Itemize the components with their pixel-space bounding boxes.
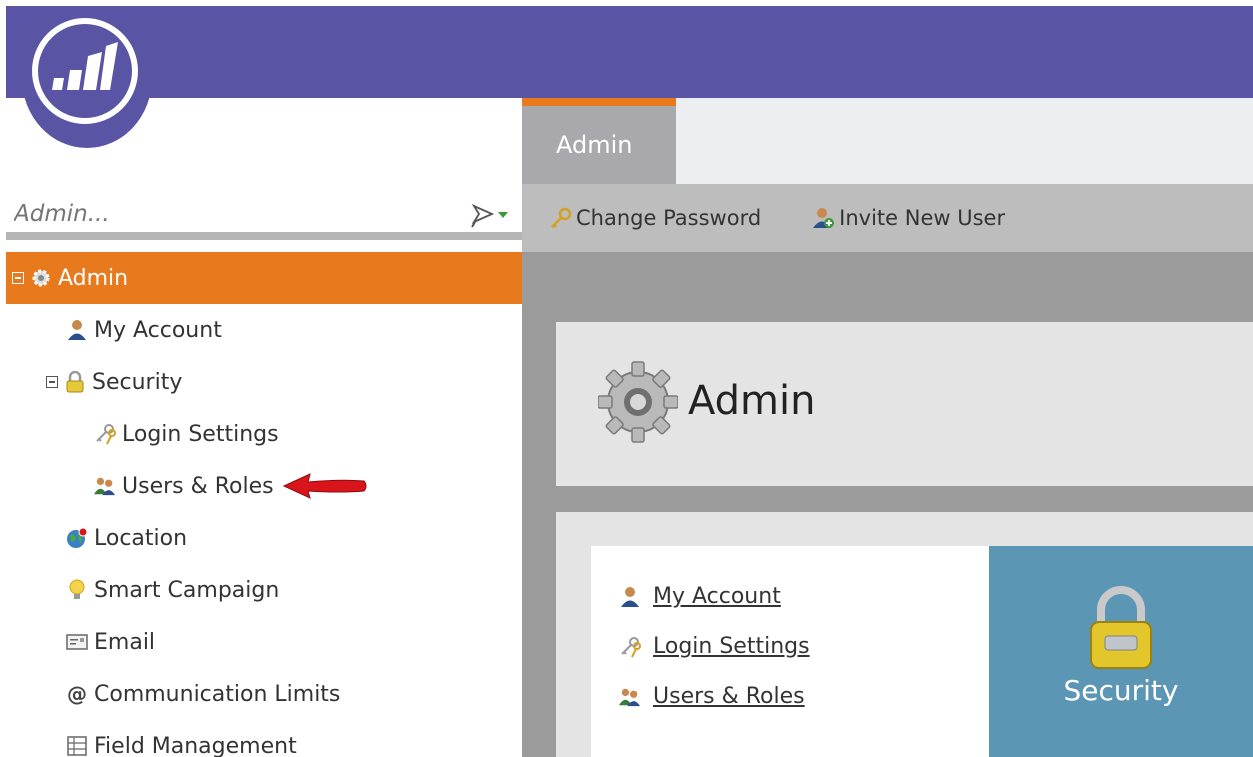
users-icon	[619, 686, 641, 708]
user-icon	[619, 586, 641, 608]
tree-item-location[interactable]: Location	[6, 512, 522, 564]
tree-item-label: Login Settings	[122, 421, 279, 447]
tree-item-login-settings[interactable]: Login Settings	[6, 408, 522, 460]
users-roles-link[interactable]: Users & Roles	[653, 684, 805, 709]
sidebar: Admin My Account Security Login Settings	[6, 98, 522, 757]
tree-item-field-management[interactable]: Field Management	[6, 720, 522, 757]
tree-item-label: Security	[92, 369, 183, 395]
keys-icon	[94, 423, 116, 445]
at-sign-icon: @	[67, 682, 87, 706]
tree-item-admin[interactable]: Admin	[6, 252, 522, 304]
top-bar	[6, 6, 1253, 98]
security-links-card: My Account Login Settings Users & Roles	[591, 546, 989, 757]
table-icon	[66, 735, 88, 757]
tree-item-label: Users & Roles	[122, 473, 274, 499]
collapse-toggle[interactable]	[46, 376, 58, 388]
keys-icon	[619, 636, 641, 658]
link-row-login-settings: Login Settings	[619, 634, 810, 659]
tree-item-security[interactable]: Security	[6, 356, 522, 408]
lock-icon	[64, 371, 86, 393]
security-tile[interactable]: Security	[989, 546, 1253, 757]
search-filter-icon	[471, 203, 508, 228]
my-account-link[interactable]: My Account	[653, 584, 781, 609]
search-filter-button[interactable]	[470, 200, 516, 228]
invite-new-user-label: Invite New User	[839, 206, 1006, 230]
tree-item-users-roles[interactable]: Users & Roles	[6, 460, 522, 512]
gear-icon	[30, 267, 52, 289]
lightbulb-icon	[66, 579, 88, 601]
main-area: Admin Change Password Invite New User Ad…	[522, 98, 1253, 757]
lock-icon	[1090, 586, 1152, 669]
admin-header-panel: Admin	[556, 322, 1253, 486]
change-password-button[interactable]: Change Password	[550, 184, 761, 252]
tree-item-my-account[interactable]: My Account	[6, 304, 522, 356]
user-icon	[66, 319, 88, 341]
tab-admin[interactable]: Admin	[522, 98, 676, 184]
nav-tree: Admin My Account Security Login Settings	[6, 252, 522, 757]
pointer-arrow-icon	[282, 473, 367, 499]
page-title: Admin	[688, 378, 816, 424]
search-input[interactable]	[14, 196, 454, 232]
tab-label: Admin	[556, 131, 633, 159]
gear-icon	[598, 361, 678, 443]
logo[interactable]	[22, 8, 152, 148]
tree-item-label: Smart Campaign	[94, 577, 280, 603]
tree-item-label: Field Management	[94, 733, 297, 757]
login-settings-link[interactable]: Login Settings	[653, 634, 810, 659]
collapse-toggle[interactable]	[12, 272, 24, 284]
add-user-icon	[813, 207, 835, 229]
link-row-users-roles: Users & Roles	[619, 684, 805, 709]
users-icon	[94, 475, 116, 497]
globe-icon	[66, 527, 88, 549]
tree-item-label: Location	[94, 525, 188, 551]
link-row-my-account: My Account	[619, 584, 781, 609]
tree-item-label: Admin	[58, 265, 129, 291]
change-password-label: Change Password	[576, 206, 762, 230]
bars-logo-icon	[52, 42, 118, 90]
tree-item-email[interactable]: Email	[6, 616, 522, 668]
tree-item-label: Email	[94, 629, 156, 655]
invite-new-user-button[interactable]: Invite New User	[813, 184, 1005, 252]
tree-item-communication-limits[interactable]: @ Communication Limits	[6, 668, 522, 720]
tree-item-label: Communication Limits	[94, 681, 341, 707]
logo-ring	[32, 18, 138, 124]
toolbar: Change Password Invite New User	[522, 184, 1253, 252]
key-icon	[550, 207, 572, 229]
email-icon	[66, 631, 88, 653]
tab-strip: Admin	[522, 98, 1253, 184]
tree-item-label: My Account	[94, 317, 222, 343]
sidebar-search	[6, 190, 522, 240]
security-tile-label: Security	[1063, 674, 1179, 707]
tree-item-smart-campaign[interactable]: Smart Campaign	[6, 564, 522, 616]
admin-body-panel: My Account Login Settings Users & Roles	[556, 512, 1253, 757]
